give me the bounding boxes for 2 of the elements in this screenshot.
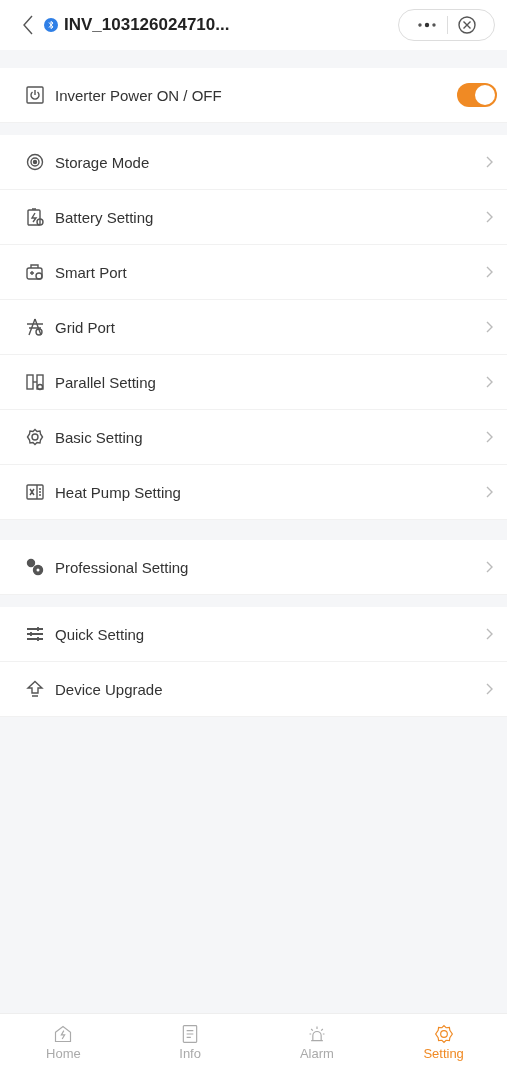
row-label: Inverter Power ON / OFF xyxy=(55,86,223,104)
device-title: INV_103126024710... xyxy=(64,15,231,35)
